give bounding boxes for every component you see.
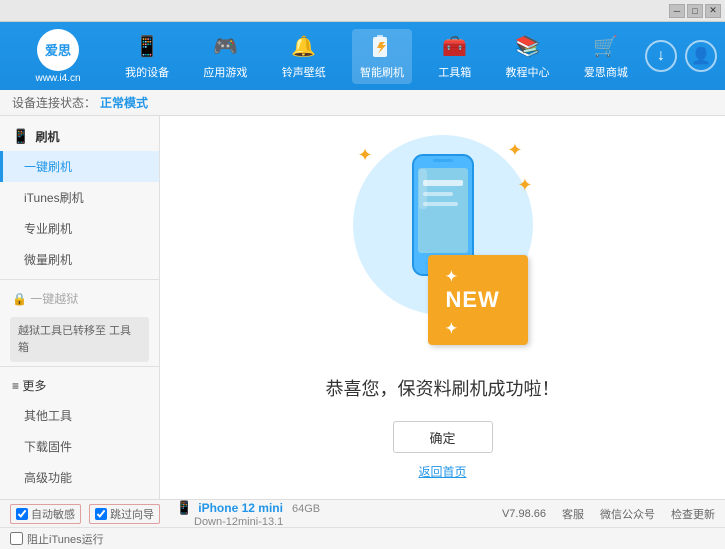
auto-launch-checkbox[interactable]: 自动敏感 <box>10 504 81 524</box>
more-section-label: ≡ 更多 <box>12 377 46 394</box>
my-device-icon: 📱 <box>133 33 161 61</box>
top-nav: 爱思 www.i4.cn 📱 我的设备 🎮 应用游戏 🔔 铃声壁纸 智能刷机 <box>0 22 725 90</box>
sidebar-micro-flash[interactable]: 微量刷机 <box>0 244 159 275</box>
device-info: 📱 iPhone 12 mini 64GB Down-12mini-13.1 <box>176 500 320 528</box>
center-content: NEW ✦ ✦ ✦ 恭喜您，保资料刷机成功啦！ 确定 返回首页 <box>160 116 725 499</box>
sparkle-3: ✦ <box>517 175 532 196</box>
sparkle-2: ✦ <box>507 140 522 161</box>
itunes-checkbox[interactable] <box>10 532 23 545</box>
sidebar-advanced[interactable]: 高级功能 <box>0 462 159 493</box>
success-text: 恭喜您，保资料刷机成功啦！ <box>326 375 560 401</box>
sidebar-one-key-flash[interactable]: 一键刷机 <box>0 151 159 182</box>
smart-flash-icon <box>368 33 396 61</box>
status-label: 设备连接状态： <box>12 94 96 111</box>
nav-ringtones[interactable]: 🔔 铃声壁纸 <box>274 29 334 84</box>
smart-flash-label: 智能刷机 <box>360 64 404 80</box>
sidebar-other-tools[interactable]: 其他工具 <box>0 400 159 431</box>
nav-mall[interactable]: 🛒 爱思商城 <box>576 29 636 84</box>
tutorials-label: 教程中心 <box>506 64 550 80</box>
logo-icon: 爱思 <box>37 29 79 71</box>
device-icon: 📱 <box>176 500 192 515</box>
title-bar: ─ □ ✕ <box>0 0 725 22</box>
device-model: Down-12mini-13.1 <box>194 516 283 528</box>
back-home-link[interactable]: 返回首页 <box>418 463 466 480</box>
sidebar-itunes-flash[interactable]: iTunes刷机 <box>0 182 159 213</box>
bottom-left: 自动敏感 跳过向导 📱 iPhone 12 mini 64GB Down-12m… <box>10 500 502 528</box>
auto-launch-label: 自动敏感 <box>31 506 75 522</box>
toolbox-label: 工具箱 <box>438 64 471 80</box>
itunes-bar: 阻止iTunes运行 <box>0 527 725 549</box>
ringtones-label: 铃声壁纸 <box>282 64 326 80</box>
sidebar-flash-header: 📱 刷机 <box>0 122 159 151</box>
my-device-label: 我的设备 <box>125 64 169 80</box>
new-badge: NEW <box>428 255 528 345</box>
apps-games-label: 应用游戏 <box>203 64 247 80</box>
minimize-button[interactable]: ─ <box>669 4 685 18</box>
maximize-button[interactable]: □ <box>687 4 703 18</box>
nav-items: 📱 我的设备 🎮 应用游戏 🔔 铃声壁纸 智能刷机 🧰 工具箱 <box>108 29 645 84</box>
sidebar-pro-flash[interactable]: 专业刷机 <box>0 213 159 244</box>
sidebar-jailbreak-header: 🔒 一键越狱 <box>0 284 159 313</box>
sidebar-download-firmware[interactable]: 下载固件 <box>0 431 159 462</box>
itunes-label: 阻止iTunes运行 <box>27 531 104 547</box>
version-label: V7.98.66 <box>502 508 546 520</box>
skip-wizard-label: 跳过向导 <box>110 506 154 522</box>
bottom-right: V7.98.66 客服 微信公众号 检查更新 <box>502 506 715 522</box>
sparkle-1: ✦ <box>358 145 373 166</box>
device-name: iPhone 12 mini <box>198 501 283 515</box>
tutorials-icon: 📚 <box>514 33 542 61</box>
close-button[interactable]: ✕ <box>705 4 721 18</box>
sidebar-divider-1 <box>0 279 159 280</box>
customer-service-link[interactable]: 客服 <box>562 506 584 522</box>
auto-launch-input[interactable] <box>16 508 28 520</box>
download-button[interactable]: ↓ <box>645 40 677 72</box>
confirm-button[interactable]: 确定 <box>393 421 493 453</box>
sidebar-more-header: ≡ 更多 <box>0 371 159 400</box>
sidebar: 📱 刷机 一键刷机 iTunes刷机 专业刷机 微量刷机 🔒 一键越狱 越狱工具… <box>0 116 160 499</box>
logo-area: 爱思 www.i4.cn <box>8 29 108 84</box>
status-value: 正常模式 <box>100 94 148 111</box>
mall-icon: 🛒 <box>592 33 620 61</box>
user-button[interactable]: 👤 <box>685 40 717 72</box>
jailbreak-notice: 越狱工具已转移至 工具箱 <box>10 317 149 362</box>
logo-url: www.i4.cn <box>35 73 80 84</box>
device-storage: 64GB <box>292 503 320 515</box>
status-bar: 设备连接状态： 正常模式 <box>0 90 725 116</box>
nav-smart-flash[interactable]: 智能刷机 <box>352 29 412 84</box>
mall-label: 爱思商城 <box>584 64 628 80</box>
nav-apps-games[interactable]: 🎮 应用游戏 <box>195 29 255 84</box>
toolbox-icon: 🧰 <box>441 33 469 61</box>
sidebar-divider-2 <box>0 366 159 367</box>
ringtones-icon: 🔔 <box>290 33 318 61</box>
wechat-public-link[interactable]: 微信公众号 <box>600 506 655 522</box>
main-area: 📱 刷机 一键刷机 iTunes刷机 专业刷机 微量刷机 🔒 一键越狱 越狱工具… <box>0 116 725 499</box>
flash-section-label: 刷机 <box>35 128 59 145</box>
nav-right: ↓ 👤 <box>645 40 717 72</box>
jailbreak-section-label: 🔒 一键越狱 <box>12 290 78 307</box>
skip-wizard-input[interactable] <box>95 508 107 520</box>
nav-toolbox[interactable]: 🧰 工具箱 <box>430 29 479 84</box>
phone-illustration: NEW ✦ ✦ ✦ <box>343 135 543 355</box>
nav-tutorials[interactable]: 📚 教程中心 <box>498 29 558 84</box>
skip-wizard-checkbox[interactable]: 跳过向导 <box>89 504 160 524</box>
apps-games-icon: 🎮 <box>211 33 239 61</box>
nav-my-device[interactable]: 📱 我的设备 <box>117 29 177 84</box>
flash-section-icon: 📱 <box>12 128 29 145</box>
check-update-link[interactable]: 检查更新 <box>671 506 715 522</box>
